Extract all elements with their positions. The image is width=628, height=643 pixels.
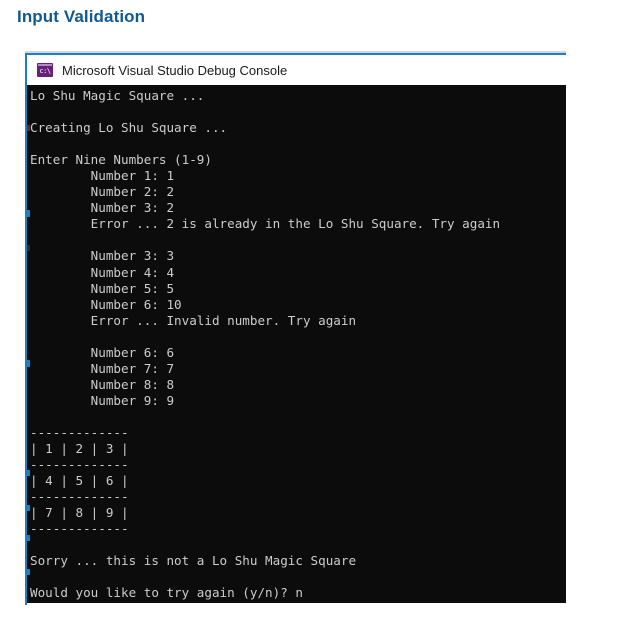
console-titlebar[interactable]: c:\ Microsoft Visual Studio Debug Consol… bbox=[27, 55, 566, 85]
edge-artifact-8 bbox=[27, 569, 30, 575]
console-output-text: Lo Shu Magic Square ... Creating Lo Shu … bbox=[30, 88, 501, 601]
edge-artifact-3 bbox=[27, 245, 30, 251]
console-app-icon: c:\ bbox=[37, 63, 53, 77]
page-title: Input Validation bbox=[17, 7, 146, 26]
edge-artifact-7 bbox=[27, 535, 30, 541]
edge-artifact-6 bbox=[27, 505, 30, 511]
console-app-icon-glyph: c:\ bbox=[39, 66, 51, 75]
console-app-icon-bar bbox=[38, 64, 52, 66]
edge-artifact-5 bbox=[27, 470, 30, 476]
debug-console-window[interactable]: c:\ Microsoft Visual Studio Debug Consol… bbox=[25, 51, 566, 605]
edge-artifact-2 bbox=[27, 210, 30, 217]
edge-artifact-4 bbox=[27, 360, 30, 367]
console-output-area[interactable]: Lo Shu Magic Square ... Creating Lo Shu … bbox=[27, 85, 566, 603]
console-window-title: Microsoft Visual Studio Debug Console bbox=[62, 62, 288, 78]
edge-artifact-1 bbox=[27, 125, 30, 131]
